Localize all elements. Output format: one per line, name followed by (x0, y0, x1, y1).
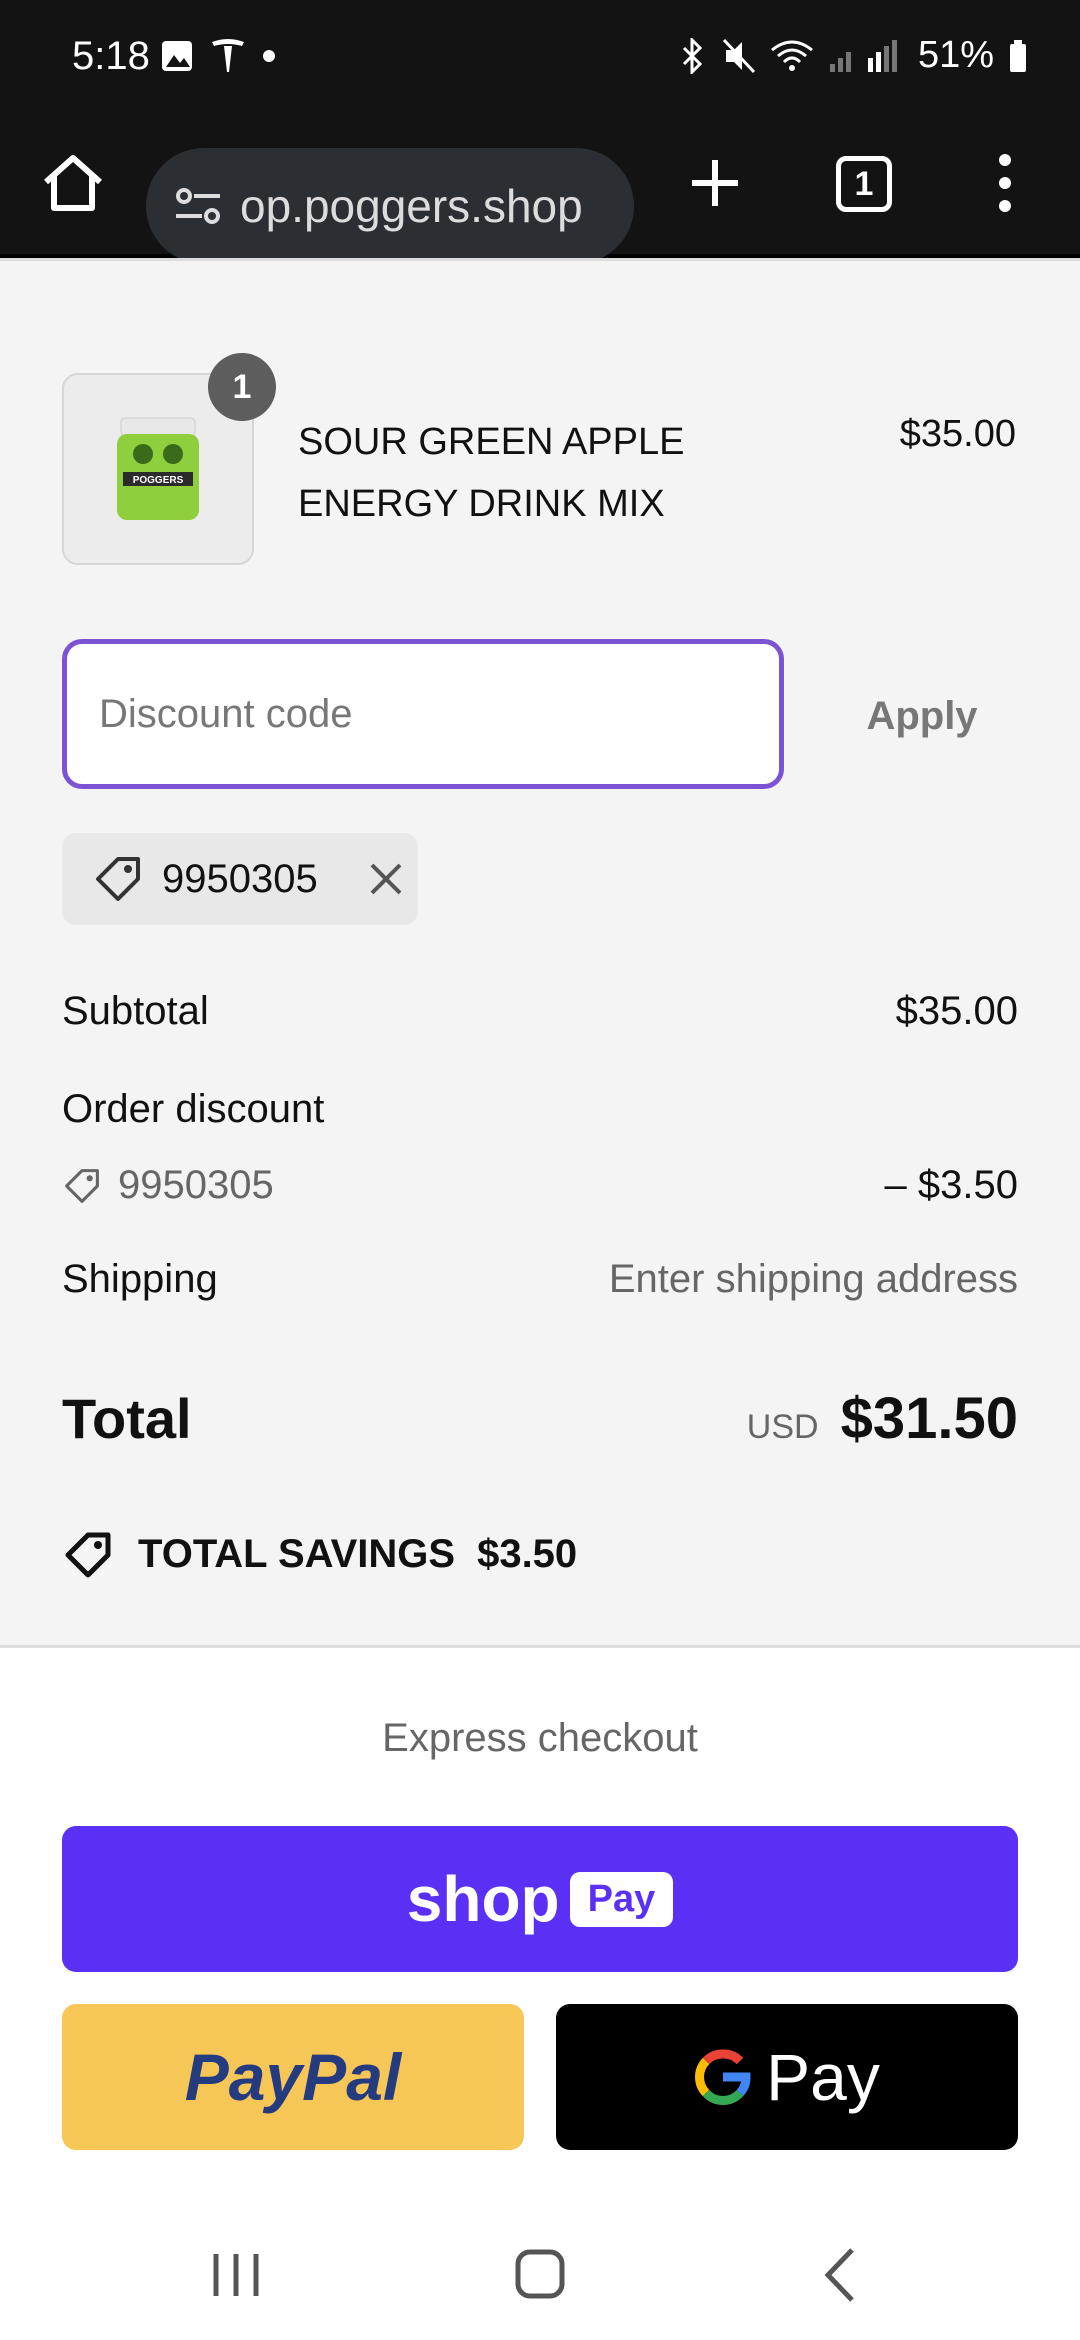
tag-icon (96, 857, 140, 901)
express-checkout-label: Express checkout (382, 1716, 698, 1760)
signal-icon (829, 39, 897, 72)
order-discount-code: 9950305 (118, 1163, 274, 1207)
new-tab-icon[interactable] (680, 148, 750, 218)
more-menu-icon[interactable] (990, 148, 1020, 218)
tesla-icon (212, 39, 244, 72)
order-discount-value: – $3.50 (884, 1163, 1018, 1207)
total-label: Total (62, 1387, 192, 1450)
order-discount-row: Order discount (62, 1087, 1018, 1132)
status-time: 5:18 (72, 34, 150, 78)
subtotal-label: Subtotal (62, 989, 209, 1033)
google-pay-button[interactable]: Pay (556, 2004, 1018, 2150)
savings-value: $3.50 (477, 1531, 578, 1576)
google-pay-label: Pay (766, 2040, 880, 2114)
discount-code-input[interactable] (62, 639, 784, 789)
savings-label: TOTAL SAVINGS (138, 1531, 456, 1576)
status-bar: 5:18 51% (0, 0, 1080, 118)
shipping-value: Enter shipping address (608, 1257, 1018, 1301)
dot-icon (263, 50, 275, 62)
subtotal-row: Subtotal $35.00 (62, 989, 1018, 1034)
shipping-label: Shipping (62, 1257, 218, 1301)
battery-icon (1010, 39, 1026, 72)
svg-text:POGGERS: POGGERS (133, 475, 184, 486)
browser-toolbar: op.poggers.shop 1 (0, 118, 1080, 264)
notification-icons (160, 36, 276, 76)
system-nav-bar (0, 2200, 1080, 2340)
shop-pay-badge: Pay (569, 1871, 674, 1927)
tab-switcher[interactable]: 1 (836, 156, 892, 212)
applied-code: 9950305 (162, 856, 318, 901)
quantity-badge: 1 (208, 353, 276, 421)
url-bar[interactable]: op.poggers.shop (146, 148, 634, 264)
wifi-icon (771, 40, 813, 71)
apply-button[interactable]: Apply (832, 671, 1012, 761)
home-icon[interactable] (38, 148, 108, 218)
total-row: Total USD $31.50 (62, 1385, 1018, 1452)
order-discount-detail-row: 9950305 – $3.50 (62, 1163, 1018, 1208)
paypal-button[interactable]: PayPal (62, 2004, 524, 2150)
subtotal-value: $35.00 (895, 989, 1018, 1033)
shipping-row: Shipping Enter shipping address (62, 1257, 1018, 1302)
remove-discount-icon[interactable] (366, 859, 406, 899)
tag-icon (65, 1168, 99, 1203)
order-discount-code-wrap: 9950305 (62, 1163, 274, 1208)
applied-discount-chip: 9950305 (62, 833, 418, 925)
total-savings: TOTAL SAVINGS $3.50 (62, 1527, 577, 1581)
product-price: $35.00 (899, 413, 1016, 455)
total-value: $31.50 (840, 1386, 1018, 1451)
url-text: op.poggers.shop (240, 180, 583, 232)
order-discount-label: Order discount (62, 1087, 325, 1131)
product-name: SOUR GREEN APPLE ENERGY DRINK MIX (298, 421, 685, 525)
shop-pay-button[interactable]: shop Pay (62, 1826, 1018, 1972)
shop-pay-text: shop (406, 1863, 560, 1935)
product-image: POGGERS (117, 417, 199, 520)
bluetooth-icon (682, 37, 703, 74)
home-nav-icon[interactable] (500, 2240, 580, 2310)
google-g-icon (695, 2049, 751, 2105)
back-icon[interactable] (800, 2240, 880, 2310)
order-summary: POGGERS 1 SOUR GREEN APPLE ENERGY DRINK … (0, 258, 1080, 1648)
currency-code: USD (746, 1408, 819, 1446)
system-icons: 51% (678, 34, 1028, 77)
paypal-logo: PayPal (184, 2040, 402, 2114)
savings-tag-icon (65, 1532, 111, 1578)
battery-percent: 51% (917, 34, 994, 76)
mute-icon (722, 38, 756, 73)
gallery-icon (162, 41, 192, 71)
total-amount-wrap: USD $31.50 (747, 1385, 1018, 1452)
recent-apps-icon[interactable] (196, 2240, 276, 2310)
site-settings-icon[interactable] (170, 178, 226, 234)
